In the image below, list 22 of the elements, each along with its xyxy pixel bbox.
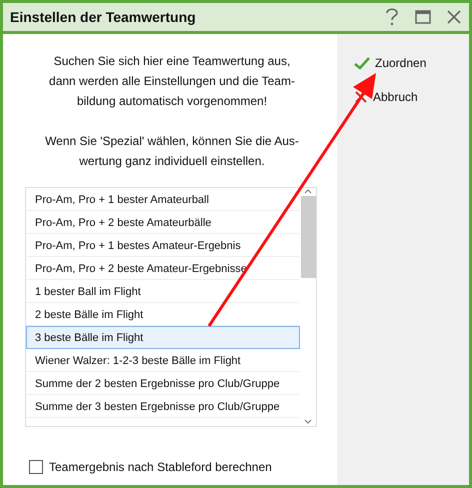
close-icon[interactable]: [447, 10, 461, 24]
check-icon: [354, 56, 370, 70]
list-item[interactable]: Pro-Am, Pro + 1 bester Amateurball: [26, 188, 300, 211]
maximize-icon[interactable]: [415, 10, 431, 24]
window-title: Einstellen der Teamwertung: [10, 9, 197, 25]
list-item[interactable]: Pro-Am, Pro + 2 beste Amateurbälle: [26, 211, 300, 234]
scrollbar-thumb[interactable]: [300, 196, 316, 278]
instruction-text: Wenn Sie 'Spezial' wählen, können Sie die Aus- wertung ganz individuell einstellen.: [44, 133, 300, 170]
confirm-button[interactable]: Zuordnen: [354, 56, 469, 70]
list-item[interactable]: Pro-Am, Pro + 2 beste Amateur-Ergebnisse: [26, 257, 300, 280]
scroll-down-icon[interactable]: [304, 418, 312, 426]
instruction-text: Suchen Sie sich hier eine Teamwertung aus, dann werden alle Einstellungen und die Team- bildung automatisch vorgenommen!: [48, 53, 296, 110]
list-item[interactable]: 1 bester Ball im Flight: [26, 280, 300, 303]
list-item[interactable]: Wiener Walzer: 1-2-3 beste Bälle im Flight: [26, 349, 300, 372]
checkbox[interactable]: [29, 460, 43, 474]
checkbox-label: Teamergebnis nach Stableford berechnen: [49, 460, 272, 474]
list-item[interactable]: 3 beste Bälle im Flight: [26, 326, 300, 349]
help-icon[interactable]: [385, 8, 399, 26]
scroll-up-icon[interactable]: [304, 188, 312, 194]
list-item[interactable]: Pro-Am, Pro + 1 bestes Amateur-Ergebnis: [26, 234, 300, 257]
list-item[interactable]: Summe der 2 besten Ergebnisse pro Club/Gruppe: [26, 372, 300, 395]
list-item[interactable]: Summe der 3 besten Ergebnisse pro Club/Gruppe: [26, 395, 300, 418]
